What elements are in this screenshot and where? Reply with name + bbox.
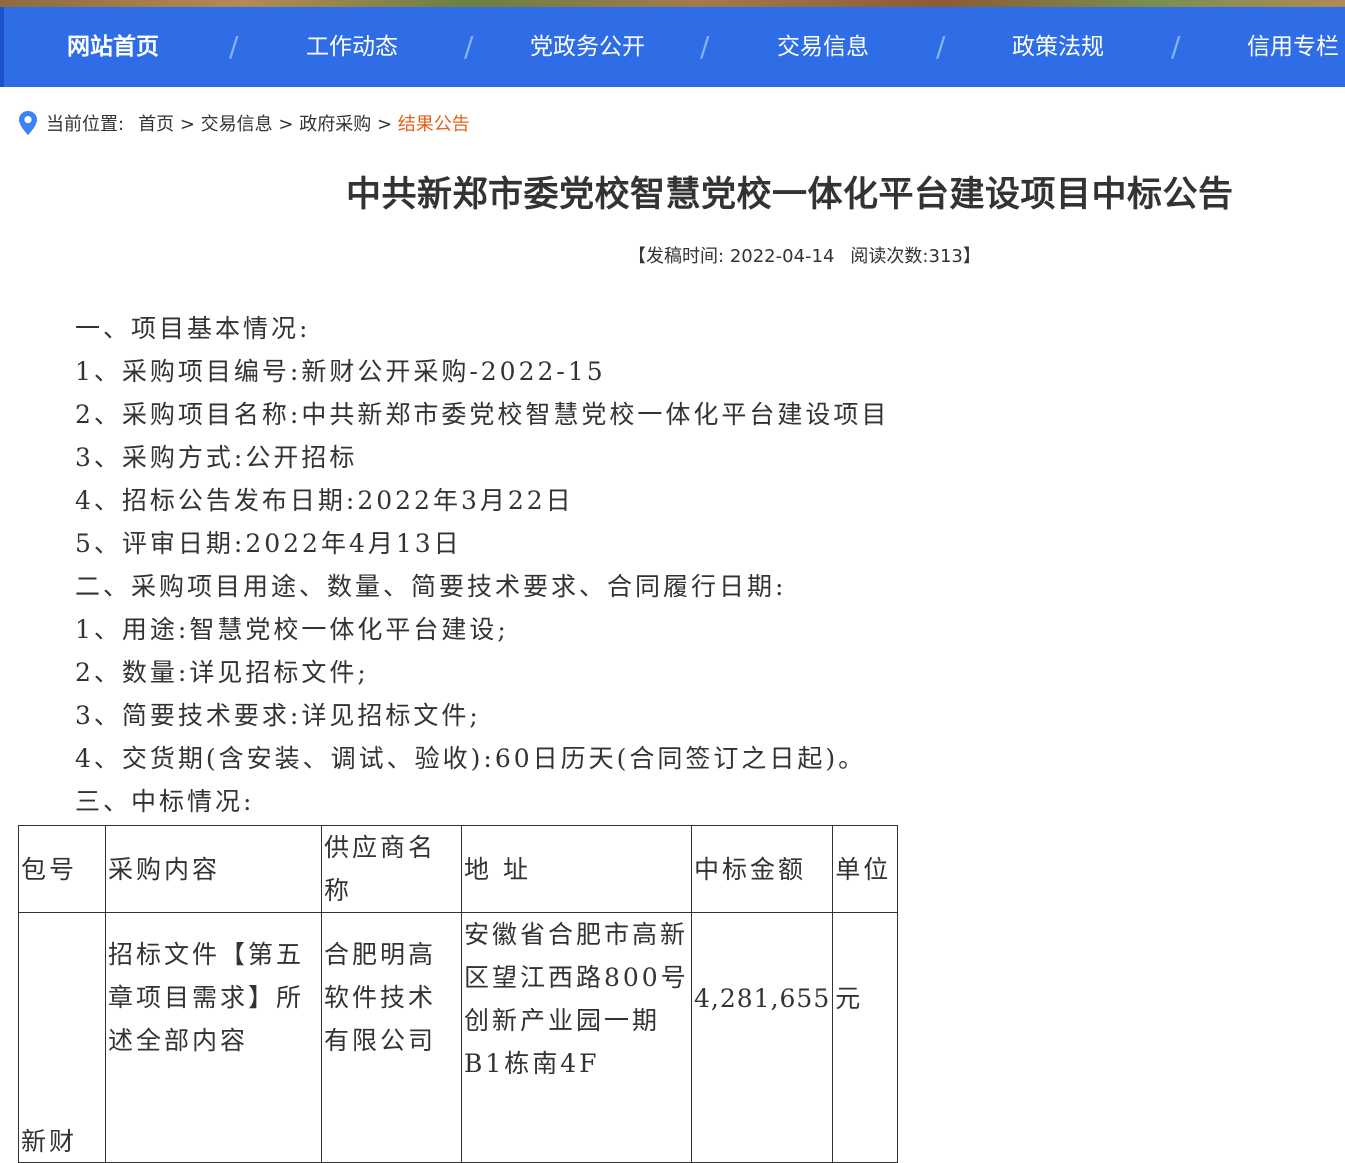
meta-bracket-close: 】	[962, 246, 981, 267]
table-header-row: 包号 采购内容 供应商名称 地 址 中标金额 单位	[18, 825, 899, 913]
breadcrumb-home[interactable]: 首页	[138, 114, 174, 135]
award-table: 包号 采购内容 供应商名称 地 址 中标金额 单位 新财公 招标文件【第五章项目…	[18, 825, 899, 1163]
nav-separator: /	[1171, 30, 1181, 63]
paragraph: 2、数量:详见招标文件;	[75, 658, 369, 687]
nav-separator: /	[229, 30, 239, 63]
paragraph: 4、招标公告发布日期:2022年3月22日	[75, 486, 574, 515]
header-cell-address: 地 址	[461, 825, 692, 913]
views-count: 313	[928, 246, 963, 267]
header-cell-content: 采购内容	[105, 825, 322, 913]
section-heading: 三、中标情况:	[75, 787, 255, 816]
publish-label: 发稿时间:	[646, 246, 725, 267]
breadcrumb-separator: >	[278, 114, 294, 135]
header-cell-unit: 单位	[832, 825, 899, 913]
breadcrumb-current[interactable]: 结果公告	[398, 114, 470, 135]
breadcrumb-procurement[interactable]: 政府采购	[299, 114, 371, 135]
nav-separator: /	[700, 30, 710, 63]
paragraph: 1、采购项目编号:新财公开采购-2022-15	[75, 357, 606, 386]
nav-item-home[interactable]: 网站首页	[67, 7, 159, 87]
paragraph: 4、交货期(含安装、调试、验收):60日历天(合同签订之日起)。	[75, 744, 867, 773]
paragraph: 2、采购项目名称:中共新郑市委党校智慧党校一体化平台建设项目	[75, 400, 890, 429]
breadcrumb: 当前位置: 首页 > 交易信息 > 政府采购 > 结果公告	[18, 110, 470, 140]
nav-item-policy[interactable]: 政策法规	[1012, 7, 1104, 87]
cell-package: 新财公	[18, 912, 106, 1163]
paragraph: 3、采购方式:公开招标	[75, 443, 358, 472]
main-nav: 网站首页 / 工作动态 / 党政务公开 / 交易信息 / 政策法规 / 信用专栏	[0, 7, 1345, 87]
cell-content: 招标文件【第五章项目需求】所述全部内容	[105, 912, 322, 1163]
article-body: 一、项目基本情况: 1、采购项目编号:新财公开采购-2022-15 2、采购项目…	[75, 307, 1315, 823]
paragraph: 5、评审日期:2022年4月13日	[75, 529, 462, 558]
section-heading: 一、项目基本情况:	[75, 314, 311, 343]
header-banner-image	[0, 0, 1345, 7]
article-meta: 【发稿时间: 2022-04-14 阅读次数:313】	[628, 243, 981, 271]
header-cell-supplier: 供应商名称	[321, 825, 462, 913]
cell-unit: 元	[832, 912, 899, 1163]
nav-item-credit[interactable]: 信用专栏	[1247, 7, 1339, 87]
nav-separator: /	[936, 30, 946, 63]
breadcrumb-trade-info[interactable]: 交易信息	[201, 114, 273, 135]
cell-supplier: 合肥明高软件技术有限公司	[321, 912, 462, 1163]
location-pin-icon	[19, 111, 37, 135]
nav-item-trade-info[interactable]: 交易信息	[777, 7, 869, 87]
breadcrumb-separator: >	[179, 114, 195, 135]
article-title: 中共新郑市委党校智慧党校一体化平台建设项目中标公告	[346, 175, 1234, 215]
table-row: 新财公 招标文件【第五章项目需求】所述全部内容 合肥明高软件技术有限公司 安徽省…	[18, 912, 899, 1163]
nav-item-party-affairs[interactable]: 党政务公开	[530, 7, 645, 87]
header-cell-package: 包号	[18, 825, 106, 913]
cell-amount: 4,281,655	[690, 912, 834, 1163]
meta-bracket-open: 【	[628, 246, 646, 267]
paragraph: 3、简要技术要求:详见招标文件;	[75, 701, 481, 730]
paragraph: 1、用途:智慧党校一体化平台建设;	[75, 615, 509, 644]
cell-address: 安徽省合肥市高新区望江西路800号创新产业园一期B1栋南4F	[461, 912, 692, 1163]
views-label: 阅读次数:	[850, 246, 929, 267]
breadcrumb-separator: >	[376, 114, 393, 135]
breadcrumb-label: 当前位置:	[46, 114, 125, 135]
publish-date: 2022-04-14	[729, 246, 835, 267]
section-heading: 二、采购项目用途、数量、简要技术要求、合同履行日期:	[75, 572, 787, 601]
nav-item-work-news[interactable]: 工作动态	[306, 7, 398, 87]
nav-separator: /	[464, 30, 474, 63]
header-cell-amount: 中标金额	[690, 825, 834, 913]
